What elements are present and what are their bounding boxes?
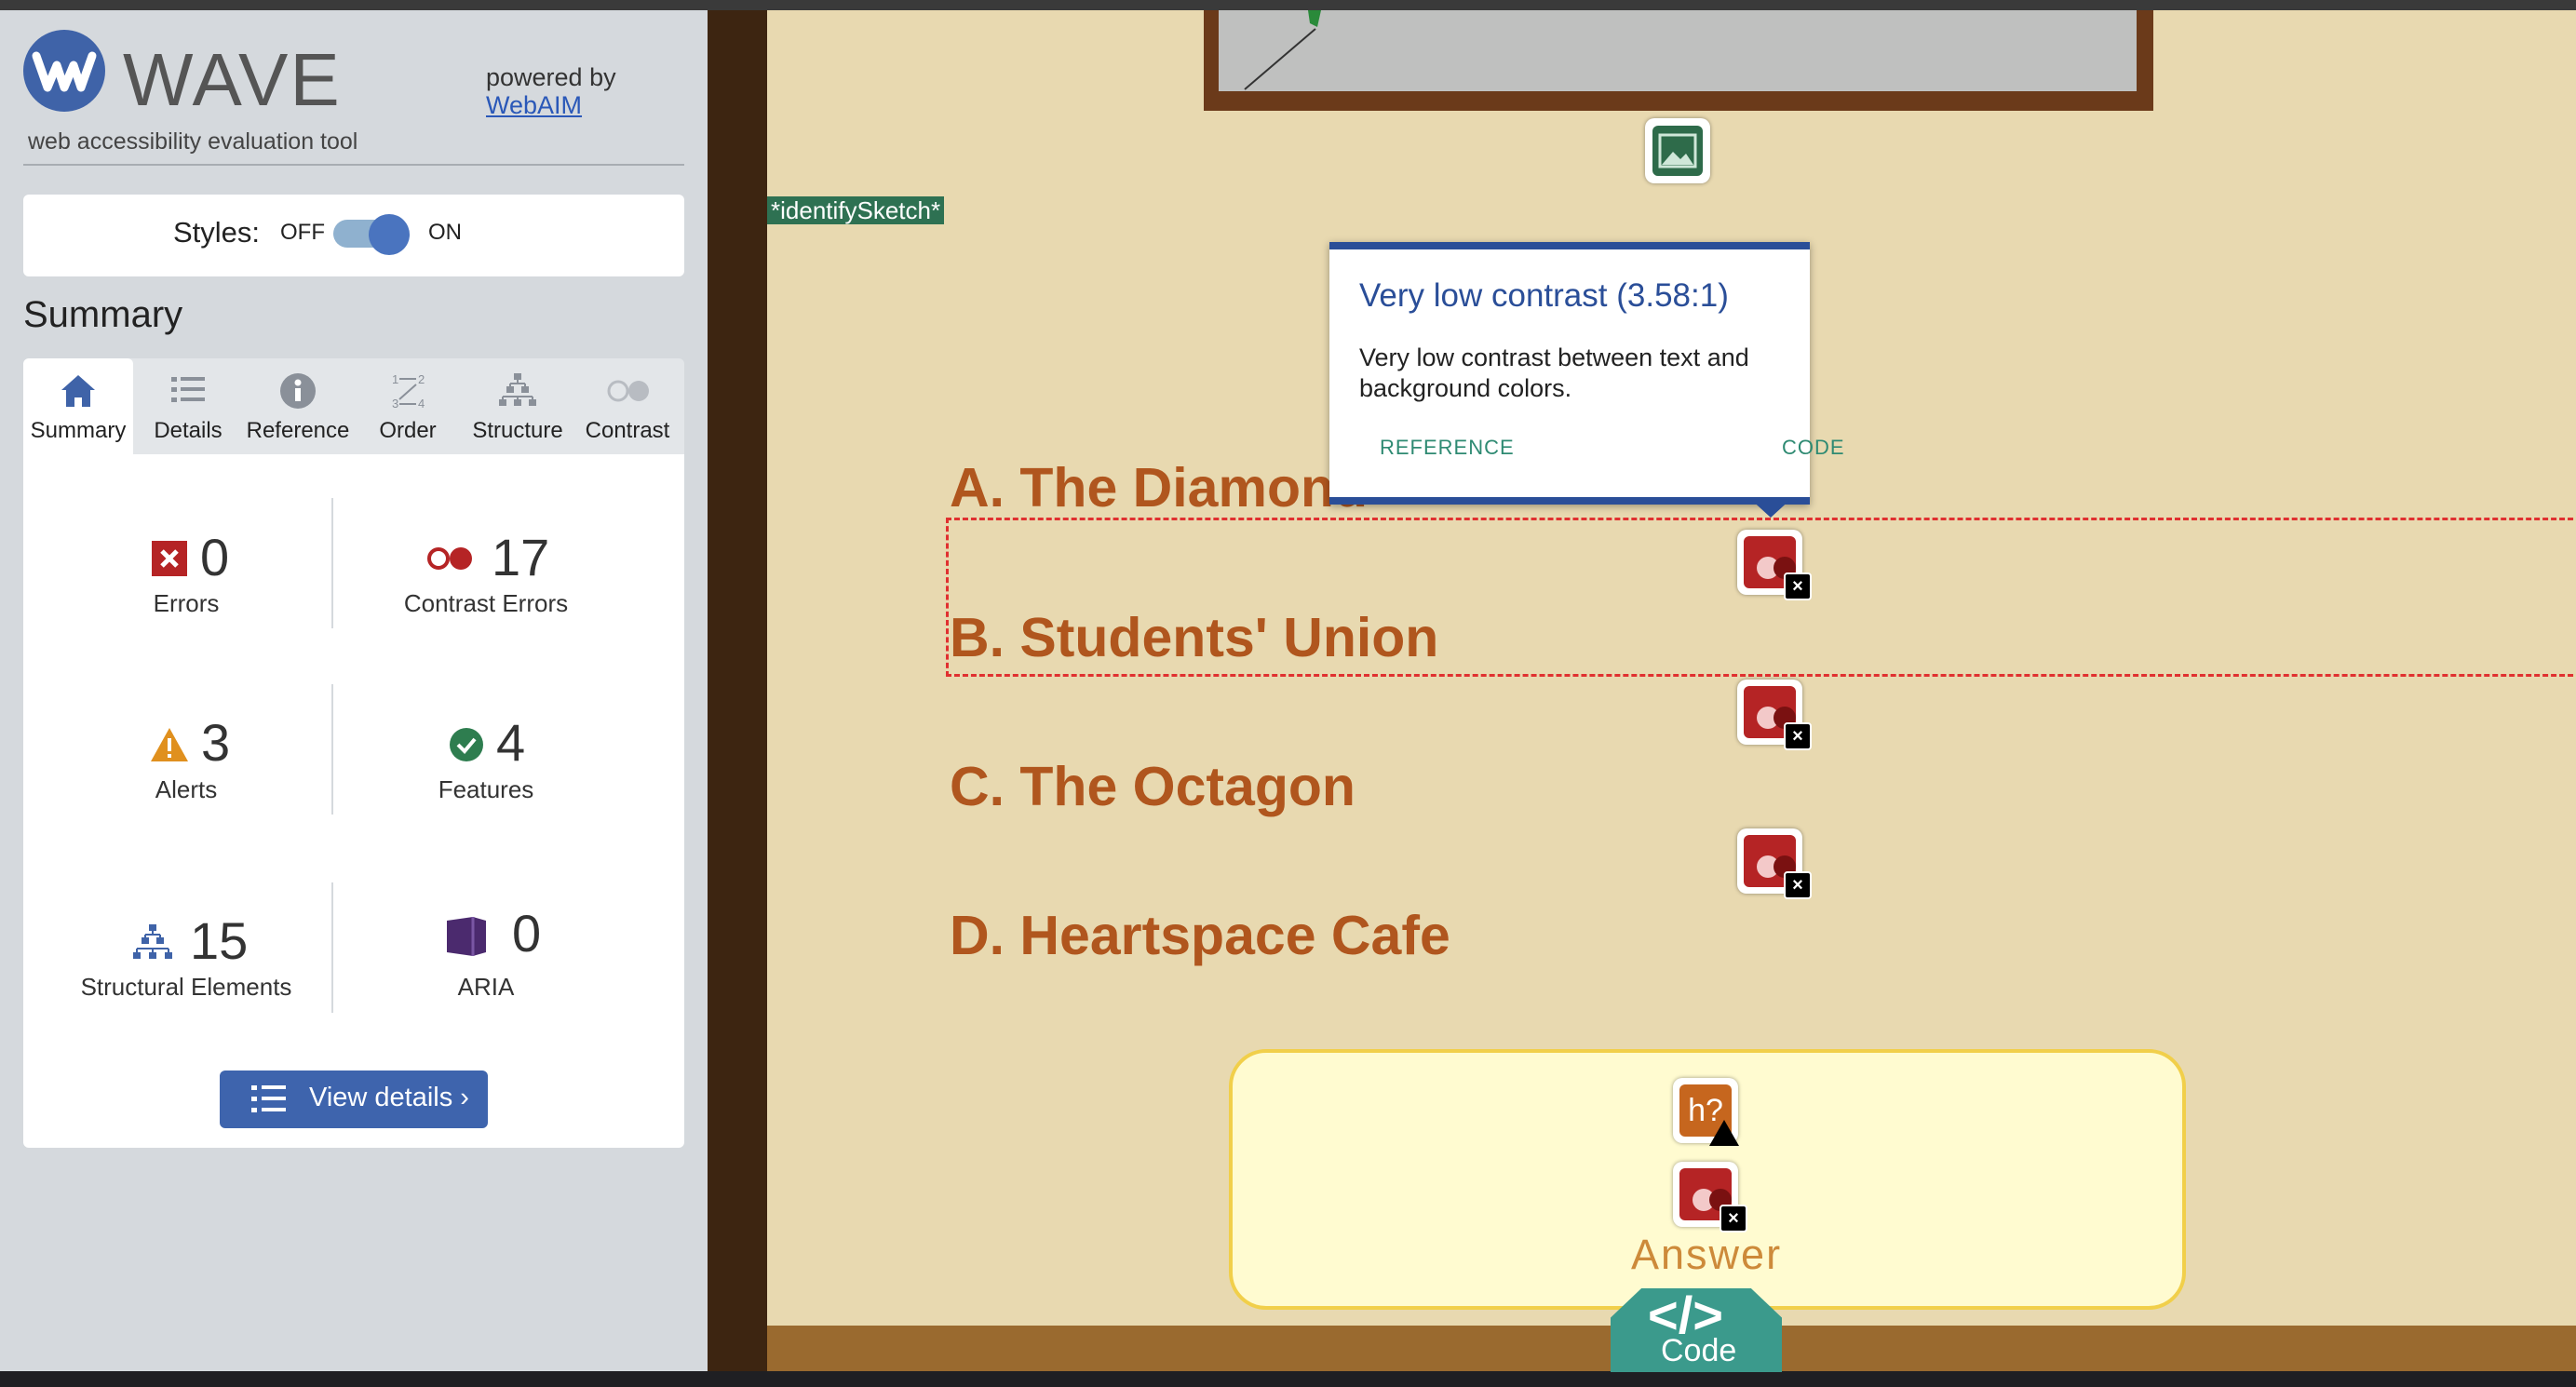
contrast-error-icon[interactable] <box>424 542 479 575</box>
tab-order[interactable]: 1 2 3 4 Order <box>353 358 463 454</box>
contrast-errors-label: Contrast Errors <box>403 589 569 617</box>
aria-count[interactable]: 0 <box>512 903 541 963</box>
tab-reference[interactable]: Reference <box>243 358 353 454</box>
close-icon: × <box>1784 572 1812 600</box>
image-icon[interactable] <box>1652 126 1703 176</box>
info-icon <box>243 368 353 414</box>
svg-text:2: 2 <box>418 372 425 386</box>
close-icon: × <box>1720 1205 1747 1232</box>
page-left-border <box>708 10 767 1371</box>
styles-label: Styles: <box>173 216 261 249</box>
tab-label: Details <box>154 418 223 443</box>
styles-off-label: OFF <box>280 220 325 245</box>
svg-text:4: 4 <box>418 397 425 411</box>
list-icon <box>133 368 243 414</box>
reference-link[interactable]: REFERENCE <box>1380 436 1515 460</box>
features-label: Features <box>438 775 534 803</box>
features-count[interactable]: 4 <box>496 712 525 773</box>
styles-on-label: ON <box>428 220 462 245</box>
close-icon: × <box>1784 722 1812 750</box>
warning-icon <box>1709 1120 1739 1146</box>
tooltip-pointer <box>1748 497 1793 518</box>
structural-count[interactable]: 15 <box>190 910 248 971</box>
powered-by-text: powered by <box>486 63 616 91</box>
close-icon: × <box>1784 871 1812 899</box>
tab-label: Contrast <box>585 418 670 443</box>
taskbar-strip <box>0 1371 2576 1387</box>
divider <box>331 684 333 815</box>
sketch-image <box>1219 10 2137 91</box>
view-details-button[interactable]: View details › <box>220 1071 488 1128</box>
wave-logo-icon <box>23 30 105 112</box>
alerts-label: Alerts <box>155 775 218 803</box>
option-c[interactable]: C. The Octagon <box>950 755 1355 818</box>
svg-text:3: 3 <box>392 397 398 411</box>
structure-icon[interactable] <box>130 923 175 963</box>
contrast-error-badge[interactable]: × <box>1673 1162 1747 1232</box>
contrast-icon <box>573 368 682 414</box>
tooltip-title: Very low contrast (3.58:1) <box>1359 277 1729 314</box>
alerts-count[interactable]: 3 <box>201 712 230 773</box>
home-icon <box>23 368 133 414</box>
feature-icon[interactable] <box>449 727 484 762</box>
list-icon <box>250 1084 289 1115</box>
alert-icon[interactable] <box>149 726 190 763</box>
code-label[interactable]: Code <box>1661 1333 1736 1369</box>
aria-icon[interactable] <box>445 915 488 958</box>
tab-label: Reference <box>246 418 350 443</box>
errors-label: Errors <box>153 589 220 617</box>
structural-label: Structural Elements <box>80 973 292 1001</box>
contrast-error-badge[interactable]: × <box>1737 680 1812 750</box>
aria-label: ARIA <box>457 973 515 1001</box>
wave-tagline: web accessibility evaluation tool <box>28 128 358 155</box>
summary-heading: Summary <box>23 294 183 335</box>
wave-logo-text: WAVE <box>123 38 342 121</box>
error-icon[interactable] <box>152 541 187 576</box>
divider <box>331 882 333 1013</box>
tab-contrast[interactable]: Contrast <box>573 358 682 454</box>
tab-label: Summary <box>30 418 127 443</box>
divider <box>23 164 684 166</box>
answer-label: Answer <box>1631 1231 1783 1278</box>
contrast-error-badge[interactable]: × <box>1737 530 1812 600</box>
option-d[interactable]: D. Heartspace Cafe <box>950 904 1450 967</box>
tab-summary[interactable]: Summary <box>23 358 133 454</box>
hierarchy-icon <box>463 368 573 414</box>
webaim-link[interactable]: WebAIM <box>486 91 582 120</box>
contrast-tooltip: Very low contrast (3.58:1) Very low cont… <box>1329 242 1844 505</box>
tab-details[interactable]: Details <box>133 358 243 454</box>
tab-label: Order <box>379 418 437 443</box>
contrast-error-badge[interactable]: × <box>1737 828 1812 899</box>
view-details-label: View details › <box>309 1083 469 1112</box>
browser-top-strip <box>0 0 2576 10</box>
divider <box>331 498 333 628</box>
tab-label: Structure <box>472 418 563 443</box>
contrast-errors-count[interactable]: 17 <box>492 527 549 587</box>
tooltip-body: Very low contrast between text and backg… <box>1359 343 1749 402</box>
code-link[interactable]: CODE <box>1782 436 1845 460</box>
svg-text:1: 1 <box>392 372 398 386</box>
identify-sketch-label: *identifySketch* <box>767 196 945 224</box>
option-a[interactable]: A. The Diamond <box>950 456 1368 519</box>
styles-toggle-knob[interactable] <box>369 214 410 255</box>
errors-count[interactable]: 0 <box>200 527 229 587</box>
order-icon: 1 2 3 4 <box>353 368 463 414</box>
tab-structure[interactable]: Structure <box>463 358 573 454</box>
